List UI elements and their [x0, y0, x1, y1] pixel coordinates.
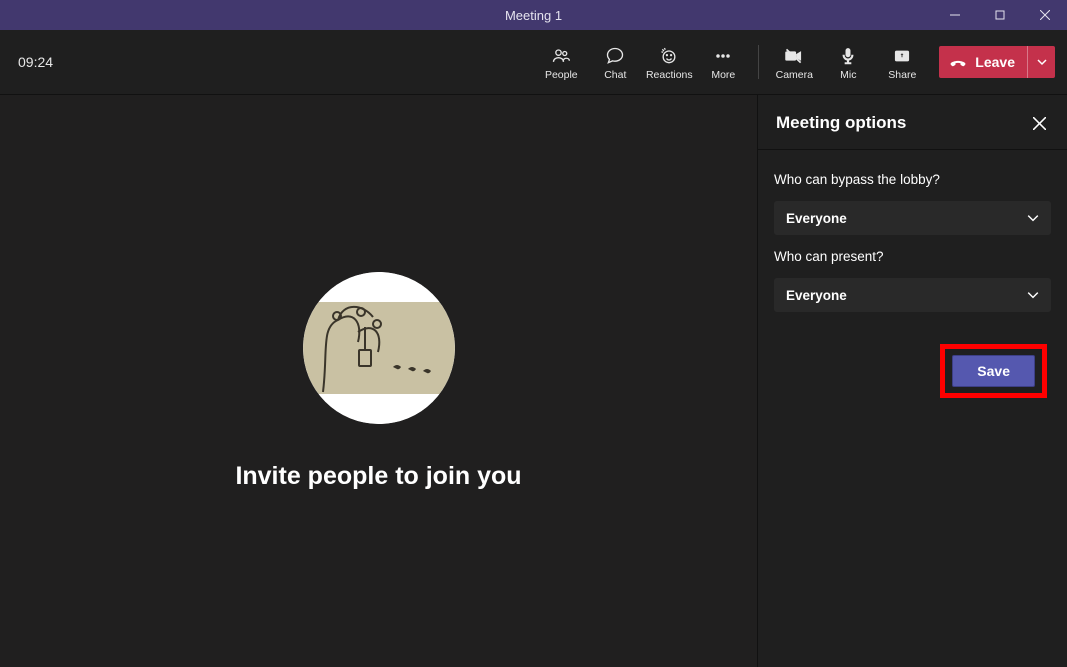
camera-button[interactable]: Camera: [767, 30, 821, 95]
more-icon: [696, 43, 750, 69]
leave-group: Leave: [939, 46, 1055, 78]
camera-label: Camera: [776, 69, 813, 81]
bypass-lobby-label: Who can bypass the lobby?: [774, 172, 1051, 187]
bypass-lobby-value: Everyone: [786, 211, 847, 226]
hangup-icon: [949, 53, 967, 71]
who-can-present-select[interactable]: Everyone: [774, 278, 1051, 312]
panel-header: Meeting options: [758, 95, 1067, 150]
close-window-button[interactable]: [1022, 0, 1067, 30]
window-controls: [932, 0, 1067, 30]
chevron-down-icon: [1037, 57, 1047, 67]
leave-split-button: Leave: [939, 46, 1055, 78]
close-icon: [1033, 117, 1046, 130]
panel-body: Who can bypass the lobby? Everyone Who c…: [758, 150, 1067, 420]
leave-button[interactable]: Leave: [939, 53, 1027, 71]
more-button[interactable]: More: [696, 30, 750, 95]
panel-close-button[interactable]: [1029, 113, 1049, 133]
reactions-label: Reactions: [646, 69, 693, 81]
close-icon: [1040, 10, 1050, 20]
save-button[interactable]: Save: [952, 355, 1035, 387]
minimize-button[interactable]: [932, 0, 977, 30]
people-button[interactable]: People: [534, 30, 588, 95]
self-avatar: [303, 272, 455, 424]
save-row: Save: [774, 344, 1051, 398]
share-icon: [875, 43, 929, 69]
titlebar: Meeting 1: [0, 0, 1067, 30]
meeting-toolbar: 09:24 People Chat Reactions: [0, 30, 1067, 95]
reactions-icon: [642, 43, 696, 69]
meeting-timer: 09:24: [18, 54, 53, 70]
bypass-lobby-select[interactable]: Everyone: [774, 201, 1051, 235]
meeting-stage: Invite people to join you: [0, 95, 757, 667]
mic-label: Mic: [840, 69, 856, 81]
meeting-options-panel: Meeting options Who can bypass the lobby…: [757, 95, 1067, 667]
maximize-icon: [995, 10, 1005, 20]
chat-button[interactable]: Chat: [588, 30, 642, 95]
mic-icon: [821, 43, 875, 69]
leave-label: Leave: [975, 54, 1015, 70]
who-can-present-label: Who can present?: [774, 249, 1051, 264]
people-label: People: [545, 69, 578, 81]
app-window: Meeting 1 09:24 People: [0, 0, 1067, 667]
panel-title: Meeting options: [776, 113, 906, 133]
chat-label: Chat: [604, 69, 626, 81]
avatar-image: [303, 272, 455, 424]
chat-icon: [588, 43, 642, 69]
mic-button[interactable]: Mic: [821, 30, 875, 95]
toolbar-separator: [758, 45, 759, 79]
leave-caret-button[interactable]: [1027, 46, 1055, 78]
maximize-button[interactable]: [977, 0, 1022, 30]
save-highlight-box: Save: [940, 344, 1047, 398]
chevron-down-icon: [1027, 289, 1039, 301]
body: Invite people to join you Meeting option…: [0, 95, 1067, 667]
people-icon: [534, 43, 588, 69]
invite-message: Invite people to join you: [235, 462, 521, 491]
camera-off-icon: [767, 43, 821, 69]
window-title: Meeting 1: [505, 8, 562, 23]
more-label: More: [711, 69, 735, 81]
toolbar-actions: People Chat Reactions More: [534, 30, 1067, 94]
share-button[interactable]: Share: [875, 30, 929, 95]
who-can-present-value: Everyone: [786, 288, 847, 303]
chevron-down-icon: [1027, 212, 1039, 224]
reactions-button[interactable]: Reactions: [642, 30, 696, 95]
minimize-icon: [950, 10, 960, 20]
share-label: Share: [888, 69, 916, 81]
